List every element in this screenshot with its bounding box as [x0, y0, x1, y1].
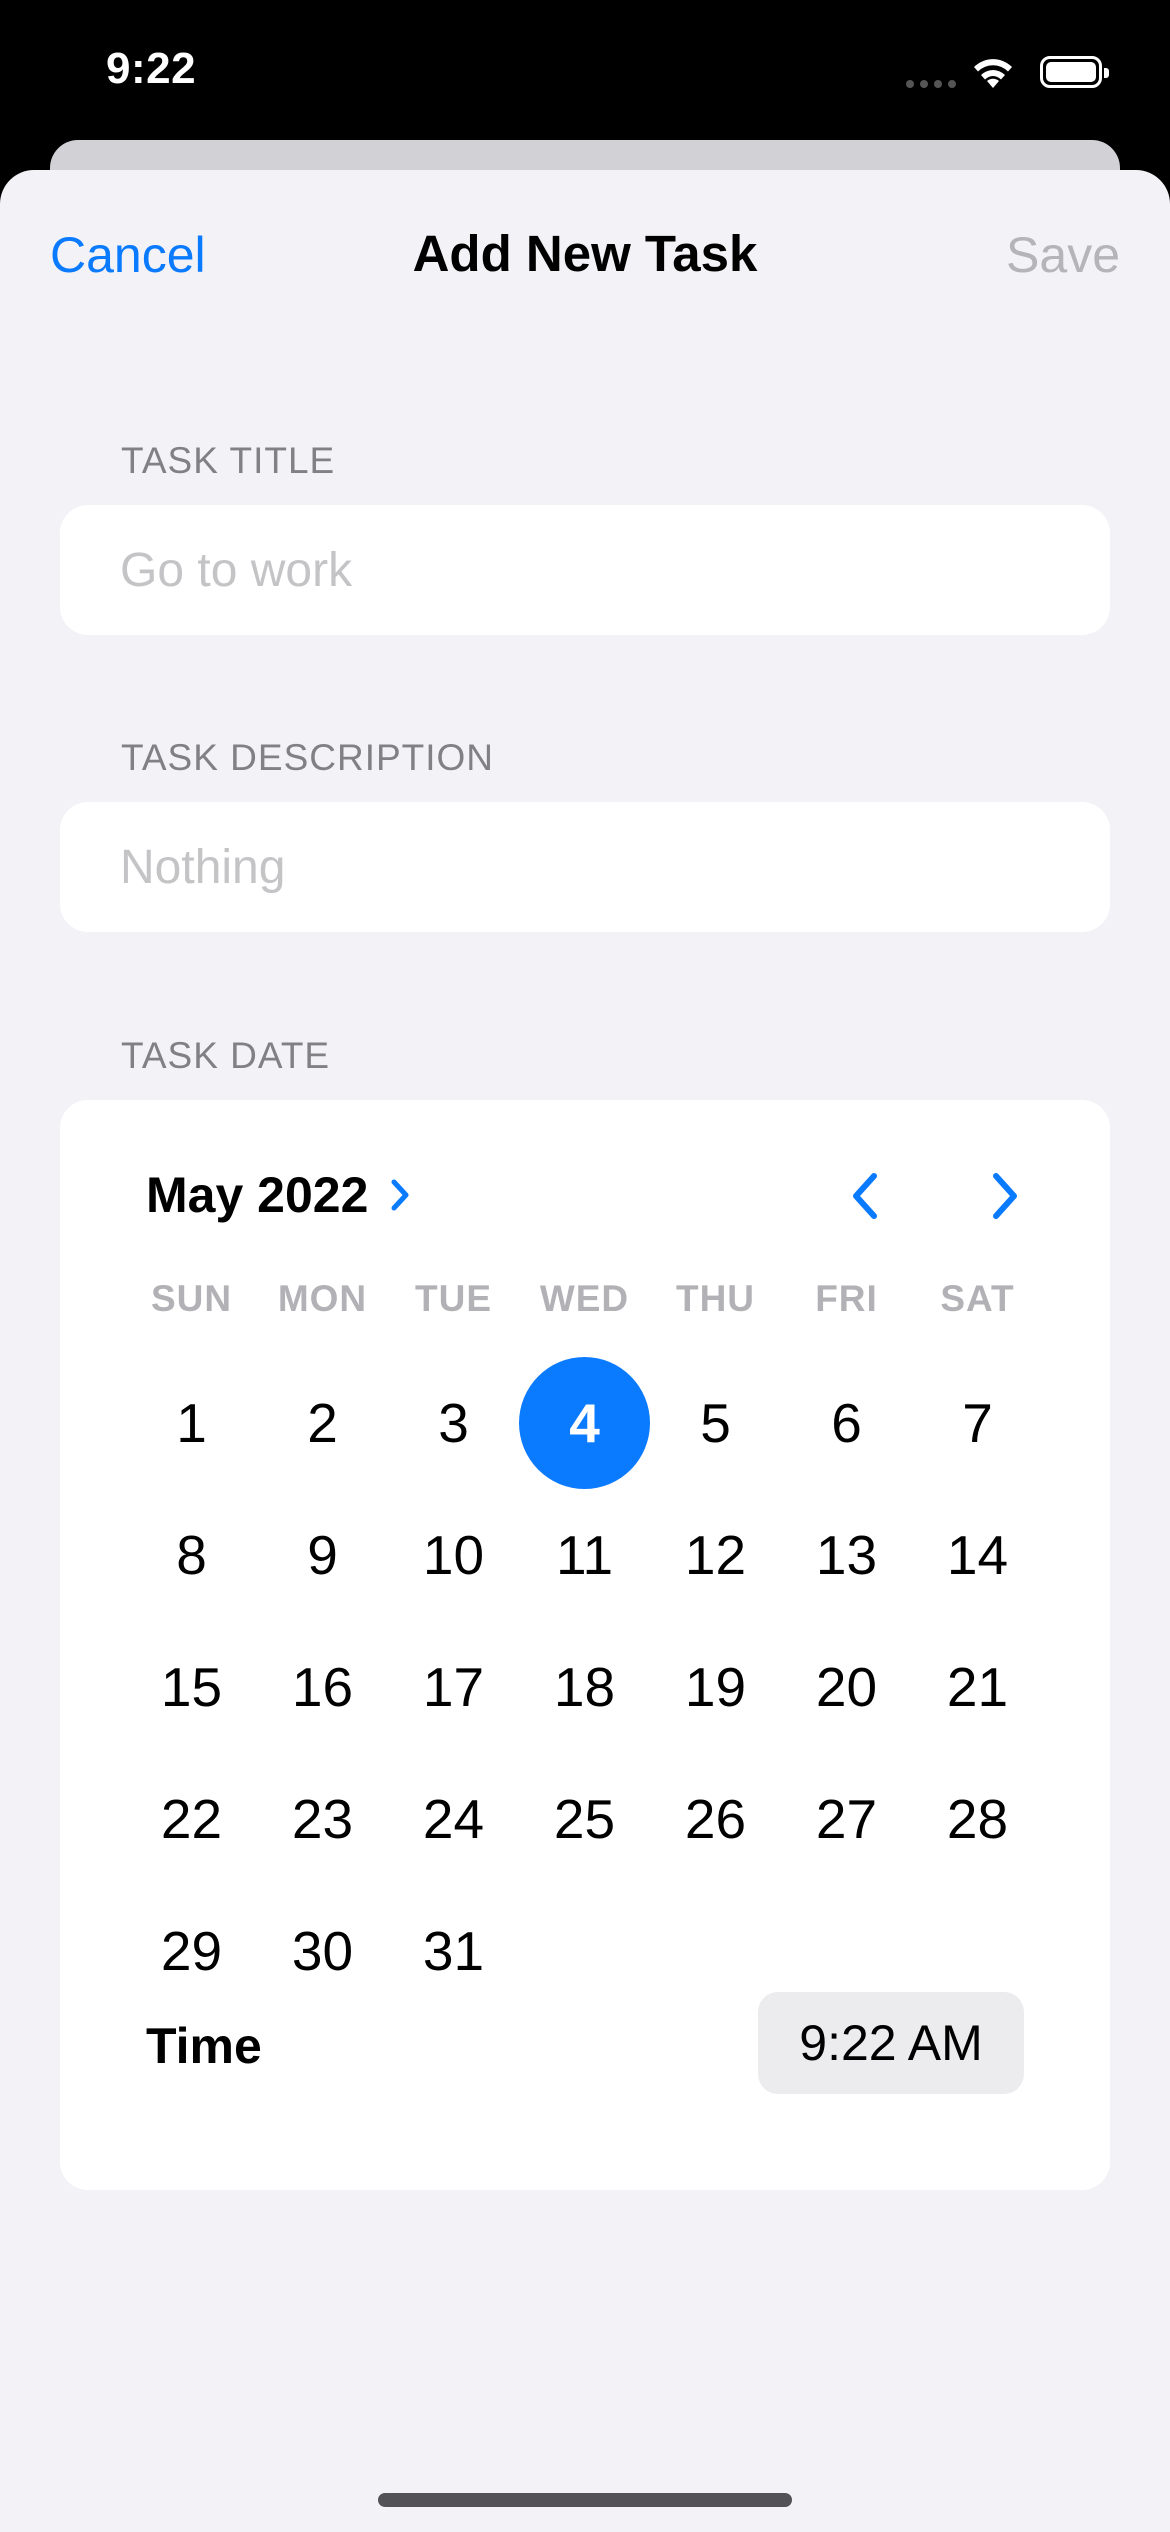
calendar-day[interactable]: 18	[519, 1621, 650, 1753]
task-description-field	[60, 802, 1110, 932]
previous-month-button[interactable]	[842, 1166, 892, 1226]
time-label: Time	[146, 2018, 262, 2074]
task-description-header: TASK DESCRIPTION	[121, 737, 495, 778]
weekday-label-thu: THU	[675, 1278, 756, 1319]
month-label: May 2022	[146, 1167, 369, 1223]
calendar-day[interactable]: 26	[650, 1753, 781, 1885]
calendar-day[interactable]: 30	[257, 1885, 388, 2017]
calendar-day[interactable]: 22	[126, 1753, 257, 1885]
wifi-icon	[974, 59, 1012, 88]
calendar-day[interactable]: 23	[257, 1753, 388, 1885]
calendar-day[interactable]: 7	[912, 1357, 1043, 1489]
task-title-input[interactable]	[120, 505, 1080, 635]
weekday-label-wed: WED	[539, 1278, 630, 1319]
calendar-day[interactable]: 15	[126, 1621, 257, 1753]
chevron-left-icon	[853, 1173, 877, 1219]
save-button[interactable]: Save	[1006, 226, 1120, 284]
month-year-button[interactable]: May 2022	[146, 1166, 420, 1224]
calendar-day[interactable]: 25	[519, 1753, 650, 1885]
weekday-label-sun: SUN	[150, 1278, 233, 1319]
calendar-day[interactable]: 8	[126, 1489, 257, 1621]
calendar-day[interactable]: 3	[388, 1357, 519, 1489]
selected-day-circle: 4	[519, 1357, 650, 1489]
calendar-day[interactable]: 1	[126, 1357, 257, 1489]
calendar-day[interactable]: 17	[388, 1621, 519, 1753]
calendar-day[interactable]: 31	[388, 1885, 519, 2017]
weekday-label-sat: SAT	[940, 1278, 1015, 1319]
calendar-day[interactable]: 16	[257, 1621, 388, 1753]
weekday-label-tue: TUE	[415, 1278, 492, 1319]
calendar-day[interactable]: 28	[912, 1753, 1043, 1885]
calendar-day[interactable]: 24	[388, 1753, 519, 1885]
status-time: 9:22	[106, 44, 197, 93]
task-date-header: TASK DATE	[121, 1035, 331, 1076]
calendar-day[interactable]: 20	[781, 1621, 912, 1753]
next-month-button[interactable]	[978, 1166, 1028, 1226]
task-title-field	[60, 505, 1110, 635]
selected-day[interactable]: 4	[519, 1357, 650, 1489]
page-title: Add New Task	[412, 225, 758, 282]
calendar-day[interactable]: 11	[519, 1489, 650, 1621]
calendar-day[interactable]: 13	[781, 1489, 912, 1621]
date-picker: May 2022 SUN MON TUE WED THU FRI SAT 123456789…	[60, 1100, 1110, 2190]
chevron-right-icon	[993, 1173, 1017, 1219]
calendar-day[interactable]: 2	[257, 1357, 388, 1489]
status-bar: 9:22	[0, 0, 1170, 150]
add-task-sheet: Cancel Add New Task Save TASK TITLE TASK…	[0, 170, 1170, 2532]
calendar-day[interactable]: 5	[650, 1357, 781, 1489]
calendar-day[interactable]: 27	[781, 1753, 912, 1885]
home-indicator	[378, 2493, 792, 2507]
calendar-day[interactable]: 29	[126, 1885, 257, 2017]
calendar-day[interactable]: 21	[912, 1621, 1043, 1753]
task-title-header: TASK TITLE	[121, 440, 336, 481]
calendar-day[interactable]: 12	[650, 1489, 781, 1621]
time-picker-button[interactable]: 9:22 AM	[758, 1992, 1024, 2094]
task-description-input[interactable]	[120, 802, 1080, 932]
chevron-right-icon	[391, 1179, 409, 1211]
calendar-day[interactable]: 19	[650, 1621, 781, 1753]
calendar-day[interactable]: 14	[912, 1489, 1043, 1621]
calendar-day[interactable]: 10	[388, 1489, 519, 1621]
calendar-day[interactable]: 9	[257, 1489, 388, 1621]
weekday-label-mon: MON	[277, 1278, 368, 1319]
calendar-day[interactable]: 6	[781, 1357, 912, 1489]
cellular-signal-icon	[906, 80, 956, 88]
battery-icon	[1040, 56, 1109, 88]
navigation-bar: Cancel Add New Task Save	[0, 170, 1170, 340]
weekday-label-fri: FRI	[815, 1278, 878, 1319]
